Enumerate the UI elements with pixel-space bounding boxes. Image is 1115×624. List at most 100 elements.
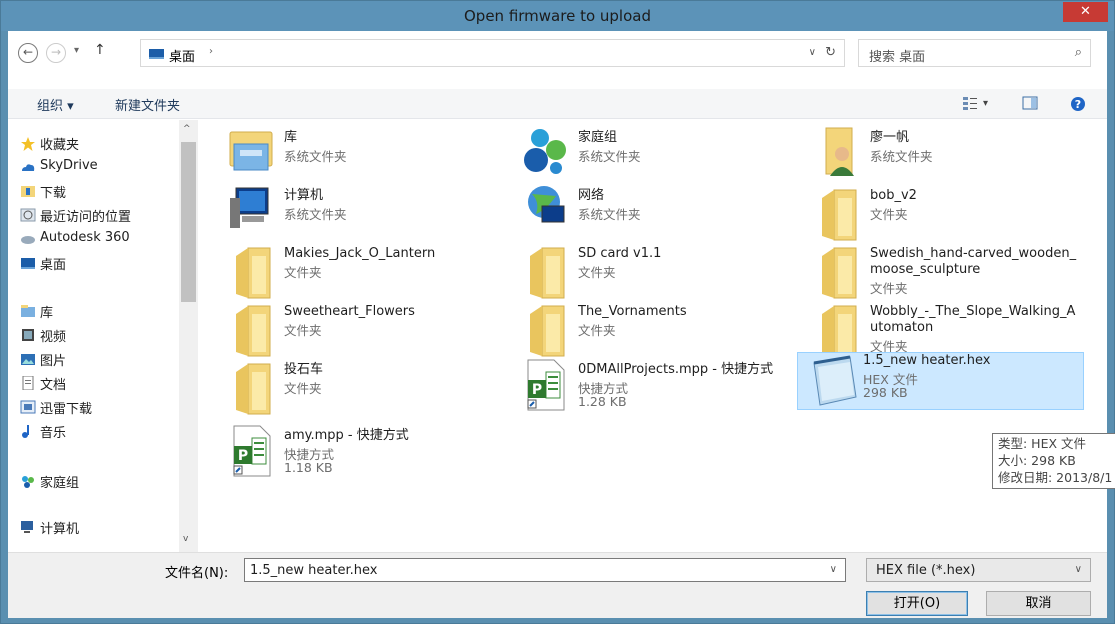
file-tile[interactable]: 投石车 文件夹 — [226, 360, 496, 416]
sidebar-item[interactable]: 家庭组 — [40, 472, 79, 491]
view-options-icon[interactable] — [962, 96, 978, 110]
file-tile[interactable]: P 0DMAllProjects.mpp - 快捷方式 快捷方式 1.28 KB — [520, 359, 790, 416]
view-dropdown-icon[interactable]: ▾ — [983, 98, 988, 109]
navigation-pane-scrollbar[interactable]: ^ v — [179, 120, 198, 552]
file-tile[interactable]: Swedish_hand-carved_wooden_ moose_sculptu… — [812, 244, 1082, 300]
file-tile[interactable]: SD card v1.1 文件夹 — [520, 244, 790, 300]
file-info-tooltip: 类型: HEX 文件 大小: 298 KB 修改日期: 2013/8/1 — [992, 433, 1115, 489]
file-tile[interactable]: bob_v2 文件夹 — [812, 186, 1082, 242]
sidebar-item[interactable]: 迅雷下载 — [40, 398, 92, 417]
file-tile[interactable]: Pamy.mpp - 快捷方式 快捷方式 1.18 KB — [226, 424, 496, 484]
library-icon — [226, 126, 276, 186]
file-tile[interactable]: 家庭组 系统文件夹 — [520, 128, 790, 184]
preview-pane-icon[interactable] — [1022, 96, 1038, 110]
file-type-dropdown-icon[interactable]: ∨ — [1075, 564, 1082, 575]
file-tile[interactable]: 廖一帆 系统文件夹 — [812, 126, 1082, 186]
breadcrumb-chevron-icon[interactable]: › — [209, 46, 213, 57]
new-folder-button[interactable]: 新建文件夹 — [115, 95, 180, 114]
sidebar-item[interactable]: 库 — [40, 302, 53, 321]
scroll-down-icon[interactable]: v — [183, 534, 188, 544]
folder-icon — [812, 300, 862, 360]
file-name: bob_v2 — [870, 188, 917, 203]
sidebar-item[interactable]: 视频 — [40, 326, 66, 345]
breadcrumb-desktop[interactable]: 桌面 — [169, 46, 195, 65]
file-type: 文件夹 — [284, 323, 322, 338]
sidebar-item[interactable]: 桌面 — [40, 254, 66, 273]
svg-text:P: P — [532, 382, 542, 398]
dialog-footer: 文件名(N): 1.5_new heater.hex ∨ HEX file (*… — [8, 552, 1107, 618]
refresh-icon[interactable]: ↻ — [825, 45, 836, 60]
file-name: 0DMAllProjects.mpp - 快捷方式 — [578, 362, 774, 377]
organize-menu[interactable]: 组织 ▾ — [37, 95, 74, 114]
file-tile[interactable]: Wobbly_-_The_Slope_Walking_A utomaton 文件夹 — [812, 302, 1082, 358]
filename-dropdown-icon[interactable]: ∨ — [830, 564, 837, 575]
open-button[interactable]: 打开(O) — [866, 591, 968, 616]
recent-places-icon — [20, 208, 36, 222]
filename-value[interactable]: 1.5_new heater.hex — [250, 563, 377, 578]
file-type: 文件夹 — [870, 207, 908, 222]
folder-icon — [226, 300, 276, 360]
sidebar-item[interactable]: 最近访问的位置 — [40, 206, 131, 225]
title-bar[interactable]: Open firmware to upload ✕ — [1, 1, 1114, 31]
file-name: SD card v1.1 — [578, 246, 662, 261]
cancel-button[interactable]: 取消 — [986, 591, 1091, 616]
computer-icon — [20, 520, 36, 534]
file-tile[interactable]: 库系统文件夹 — [226, 128, 496, 184]
filename-input[interactable]: 1.5_new heater.hex ∨ — [244, 558, 846, 582]
open-file-dialog: Open firmware to upload ✕ ← → ▾ ↑ 桌面 › ∨… — [0, 0, 1115, 624]
scroll-up-icon[interactable]: ^ — [183, 124, 191, 134]
help-icon[interactable]: ? — [1070, 96, 1086, 111]
tooltip-size: 大小: 298 KB — [998, 453, 1076, 468]
file-name: 投石车 — [284, 362, 324, 377]
filename-label: 文件名(N): — [165, 566, 229, 581]
file-tile[interactable]: The_Vornaments 文件夹 — [520, 302, 790, 358]
sidebar-item[interactable]: Autodesk 360 — [40, 230, 130, 245]
file-tile[interactable]: Makies_Jack_O_Lantern 文件夹 — [226, 244, 496, 300]
file-name: The_Vornaments — [578, 304, 687, 319]
file-list: 库系统文件夹 家庭组 系统文件夹 廖一帆 系统文件夹 计算机 系统文件夹 网络 系统文件夹 bob… — [198, 120, 1107, 552]
navigation-bar: ← → ▾ ↑ 桌面 › ∨ ↻ 搜索 桌面 ⌕ — [8, 31, 1107, 89]
file-type: 文件夹 — [578, 323, 616, 338]
sidebar-item[interactable]: SkyDrive — [40, 158, 98, 173]
up-button[interactable]: ↑ — [94, 42, 106, 58]
autodesk-icon — [20, 232, 36, 246]
search-icon[interactable]: ⌕ — [1075, 45, 1082, 60]
search-box[interactable]: 搜索 桌面 ⌕ — [858, 39, 1091, 67]
project-shortcut-icon: P — [226, 424, 276, 484]
forward-button[interactable]: → — [46, 43, 66, 63]
file-type: 系统文件夹 — [578, 207, 641, 222]
file-type: 系统文件夹 — [284, 207, 347, 222]
file-name: 家庭组 — [578, 130, 618, 145]
file-type-select[interactable]: HEX file (*.hex) ∨ — [866, 558, 1091, 582]
file-name: 1.5_new heater.hex — [863, 353, 991, 368]
window-title: Open firmware to upload — [463, 7, 651, 25]
folder-icon — [520, 300, 570, 360]
file-tile[interactable]: Sweetheart_Flowers 文件夹 — [226, 302, 496, 358]
file-type: 系统文件夹 — [284, 149, 347, 164]
navigation-pane: 收藏夹 SkyDrive 下载最近访问的位置 Autodesk 360 桌面库视频图片文… — [8, 120, 198, 552]
back-button[interactable]: ← — [18, 43, 38, 63]
sidebar-item[interactable]: 文档 — [40, 374, 66, 393]
sidebar-item[interactable]: 收藏夹 — [40, 134, 79, 153]
file-type-value[interactable]: HEX file (*.hex) — [876, 563, 975, 578]
file-name: 计算机 — [284, 188, 324, 203]
address-bar[interactable]: 桌面 › ∨ ↻ — [140, 39, 845, 67]
sidebar-item[interactable]: 下载 — [40, 182, 66, 201]
sidebar-item[interactable]: 图片 — [40, 350, 66, 369]
picture-icon — [20, 352, 36, 366]
cloud-icon — [20, 160, 36, 174]
scrollbar-thumb[interactable] — [181, 142, 196, 302]
close-button[interactable]: ✕ — [1063, 2, 1108, 22]
file-tile[interactable]: 1.5_new heater.hex HEX 文件 298 KB — [797, 352, 1084, 410]
music-icon — [20, 424, 36, 438]
notepad-icon — [810, 353, 860, 413]
recent-locations-dropdown[interactable]: ▾ — [74, 45, 79, 56]
command-toolbar: 组织 ▾ 新建文件夹 ▾ ? — [8, 89, 1107, 119]
address-dropdown-icon[interactable]: ∨ — [809, 47, 816, 58]
file-name: Wobbly_-_The_Slope_Walking_A utomaton — [870, 304, 1076, 335]
user-folder-icon — [812, 126, 862, 186]
sidebar-item[interactable]: 计算机 — [40, 518, 79, 537]
sidebar-item[interactable]: 音乐 — [40, 422, 66, 441]
file-tile[interactable]: 网络 系统文件夹 — [520, 186, 790, 242]
file-tile[interactable]: 计算机 系统文件夹 — [226, 186, 496, 242]
